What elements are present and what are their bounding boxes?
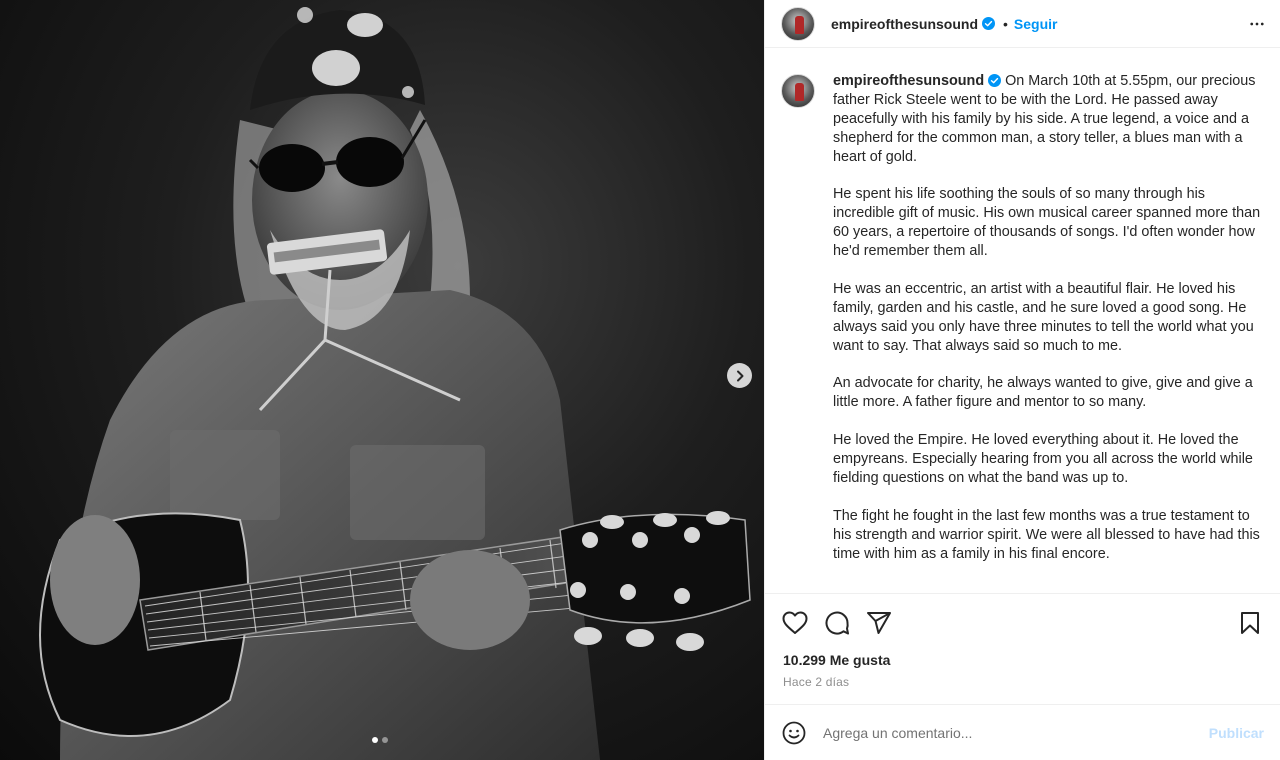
caption-paragraph-3: He was an eccentric, an artist with a be…	[833, 280, 1254, 354]
comment-button[interactable]	[823, 609, 851, 637]
save-button[interactable]	[1236, 609, 1264, 637]
post-photo	[39, 7, 751, 760]
likes-count[interactable]: 10.299 Me gusta	[783, 652, 890, 668]
carousel-dot	[382, 737, 388, 743]
post-media[interactable]	[0, 0, 764, 760]
like-button[interactable]	[781, 609, 809, 637]
heart-icon	[782, 611, 808, 634]
share-button[interactable]	[865, 609, 893, 637]
follow-button[interactable]: Seguir	[1014, 16, 1058, 32]
share-icon	[867, 612, 891, 634]
separator-dot: •	[1003, 15, 1008, 32]
emoji-button[interactable]	[781, 720, 807, 746]
comment-bar: Publicar	[765, 704, 1280, 760]
caption-paragraph-2: He spent his life soothing the souls of …	[833, 186, 1261, 260]
comment-input[interactable]	[823, 724, 1201, 741]
verified-badge-icon	[982, 17, 996, 30]
carousel-dot-active	[372, 737, 378, 743]
publish-button[interactable]: Publicar	[1209, 725, 1264, 741]
caption-area: empireofthesunsound On March 10th at 5.5…	[765, 56, 1280, 594]
more-options-icon[interactable]	[1248, 15, 1266, 38]
caption-paragraph-6: The fight he fought in the last few mont…	[833, 507, 1260, 562]
carousel-indicator	[372, 737, 388, 743]
post-timestamp[interactable]: Hace 2 días	[783, 675, 849, 689]
caption-avatar[interactable]	[781, 74, 815, 108]
chevron-right-icon	[736, 370, 743, 381]
caption-paragraph: empireofthesunsound On March 10th at 5.5…	[833, 72, 1264, 167]
next-photo-button[interactable]	[727, 363, 752, 388]
avatar[interactable]	[781, 6, 815, 41]
caption-row: empireofthesunsound On March 10th at 5.5…	[781, 72, 1264, 582]
caption-paragraph-5: He loved the Empire. He loved everything…	[833, 432, 1253, 486]
emoji-icon	[782, 721, 806, 744]
bookmark-icon	[1241, 612, 1259, 634]
caption-username[interactable]: empireofthesunsound	[833, 73, 984, 89]
caption-text: empireofthesunsound On March 10th at 5.5…	[833, 72, 1264, 582]
caption-paragraph-4: An advocate for charity, he always wante…	[833, 375, 1253, 411]
post-panel: empireofthesunsound • Seguir empireofthe…	[764, 0, 1280, 760]
verified-badge-icon	[988, 74, 1002, 87]
post-header: empireofthesunsound • Seguir	[765, 0, 1280, 48]
comment-icon	[825, 611, 849, 635]
header-username[interactable]: empireofthesunsound	[831, 16, 978, 32]
action-bar	[765, 606, 1280, 640]
